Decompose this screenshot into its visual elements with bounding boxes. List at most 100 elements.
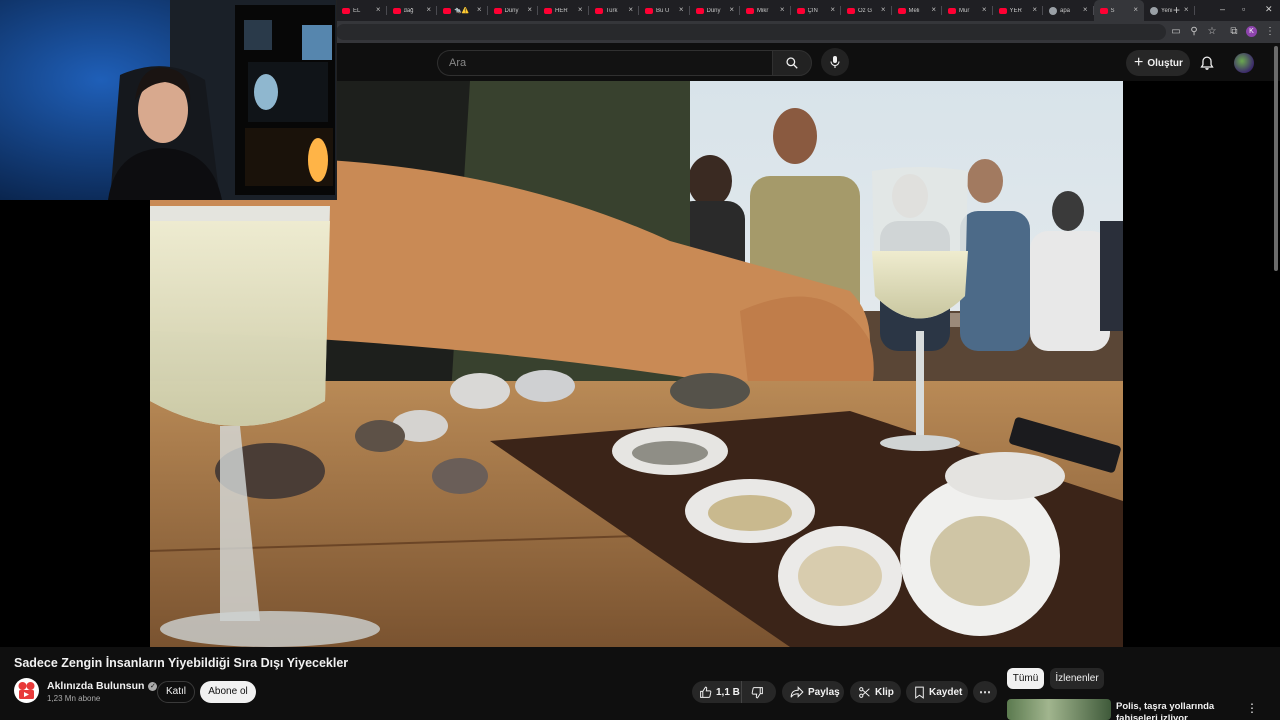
tab-title: Düny bbox=[504, 7, 519, 14]
close-window-icon[interactable]: ✕ bbox=[1265, 4, 1273, 15]
youtube-icon bbox=[796, 7, 805, 14]
close-tab-icon[interactable]: × bbox=[1133, 5, 1138, 15]
microphone-icon bbox=[830, 56, 840, 68]
browser-tab[interactable]: dağ × bbox=[387, 0, 438, 21]
browser-tab[interactable]: Düny × bbox=[488, 0, 539, 21]
share-button[interactable]: Paylaş bbox=[782, 681, 844, 703]
create-label: Oluştur bbox=[1147, 57, 1183, 69]
recommendation-more-icon[interactable]: ⋮ bbox=[1246, 701, 1258, 715]
maximize-icon[interactable]: ▫ bbox=[1242, 4, 1245, 14]
chip-all[interactable]: Tümü bbox=[1007, 668, 1044, 689]
new-tab-button[interactable]: + bbox=[1173, 3, 1180, 17]
verified-badge-icon: ✓ bbox=[148, 681, 158, 691]
browser-tab[interactable]: HER × bbox=[538, 0, 589, 21]
youtube-icon bbox=[948, 7, 956, 14]
install-app-icon[interactable]: ▭ bbox=[1170, 26, 1182, 38]
extensions-icon[interactable]: ⧉ bbox=[1228, 26, 1240, 38]
bookmark-star-icon[interactable]: ☆ bbox=[1206, 26, 1218, 38]
close-tab-icon[interactable]: × bbox=[830, 5, 835, 15]
browser-tab[interactable]: Yeni × bbox=[1144, 0, 1195, 21]
tab-title: Mikr bbox=[757, 7, 769, 14]
browser-tab[interactable]: Bu Ü × bbox=[639, 0, 690, 21]
tab-title: EL bbox=[353, 7, 361, 14]
browser-tab[interactable]: Öz G × bbox=[841, 0, 892, 21]
close-tab-icon[interactable]: × bbox=[426, 5, 431, 15]
browser-tab[interactable]: Düny × bbox=[690, 0, 741, 21]
search-button[interactable] bbox=[772, 50, 812, 76]
browser-tab[interactable]: ÇİN × bbox=[791, 0, 842, 21]
channel-avatar[interactable] bbox=[14, 678, 39, 703]
tab-title: apa bbox=[1060, 7, 1071, 14]
close-tab-icon[interactable]: × bbox=[982, 5, 987, 15]
notifications-button[interactable] bbox=[1196, 52, 1218, 74]
close-tab-icon[interactable]: × bbox=[578, 5, 583, 15]
tab-title: 🐀⚠️ bbox=[454, 8, 469, 14]
close-tab-icon[interactable]: × bbox=[1032, 5, 1037, 15]
close-tab-icon[interactable]: × bbox=[1083, 5, 1088, 15]
youtube-icon bbox=[594, 7, 603, 14]
voice-search-button[interactable] bbox=[821, 48, 849, 76]
zoom-icon[interactable]: ⚲ bbox=[1188, 26, 1200, 38]
browser-tab[interactable]: Meli × bbox=[892, 0, 943, 21]
close-tab-icon[interactable]: × bbox=[780, 5, 785, 15]
user-avatar[interactable] bbox=[1234, 53, 1254, 73]
search-icon bbox=[786, 57, 798, 69]
close-tab-icon[interactable]: × bbox=[628, 5, 633, 15]
minimize-icon[interactable]: – bbox=[1220, 4, 1225, 14]
like-button[interactable]: 1,1 B bbox=[692, 681, 742, 703]
youtube-icon bbox=[746, 7, 754, 14]
url-field[interactable] bbox=[336, 24, 1166, 40]
browser-tab[interactable]: Mikr × bbox=[740, 0, 791, 21]
channel-name[interactable]: Aklınızda Bulunsun bbox=[47, 680, 144, 692]
browser-tab[interactable]: S × bbox=[1093, 0, 1144, 21]
tab-title: Düny bbox=[706, 7, 721, 14]
like-dislike-group: 1,1 B bbox=[692, 681, 776, 703]
thumbs-down-icon bbox=[751, 686, 763, 698]
youtube-icon bbox=[493, 7, 502, 14]
recommendation-thumbnail[interactable] bbox=[1007, 699, 1111, 720]
close-tab-icon[interactable]: × bbox=[729, 5, 734, 15]
close-tab-icon[interactable]: × bbox=[931, 5, 936, 15]
page-scrollbar[interactable] bbox=[1274, 46, 1278, 271]
tab-title: ÇİN bbox=[807, 7, 818, 14]
browser-tab[interactable]: 🐀⚠️ × bbox=[437, 0, 488, 21]
save-label: Kaydet bbox=[929, 686, 963, 698]
clip-button[interactable]: Klip bbox=[850, 681, 901, 703]
close-tab-icon[interactable]: × bbox=[477, 5, 482, 15]
more-actions-button[interactable]: ⋯ bbox=[973, 681, 997, 703]
close-tab-icon[interactable]: × bbox=[881, 5, 886, 15]
browser-tab[interactable]: apa × bbox=[1043, 0, 1094, 21]
browser-menu-icon[interactable]: ⋮ bbox=[1264, 26, 1276, 38]
plus-icon: + bbox=[1134, 54, 1144, 71]
browser-tab[interactable]: Türk × bbox=[589, 0, 640, 21]
search-input[interactable]: Ara bbox=[437, 50, 772, 76]
youtube-icon bbox=[998, 7, 1007, 14]
tab-title: Türk bbox=[605, 7, 618, 14]
recommendation-title[interactable]: Polis, taşra yollarında fahişeleri izliy… bbox=[1116, 701, 1236, 720]
browser-tab[interactable]: EL × bbox=[336, 0, 387, 21]
subscribe-button[interactable]: Abone ol bbox=[200, 681, 256, 703]
browser-profile-avatar[interactable]: K bbox=[1246, 26, 1257, 37]
save-button[interactable]: Kaydet bbox=[906, 681, 968, 703]
close-tab-icon[interactable]: × bbox=[376, 5, 381, 15]
close-tab-icon[interactable]: × bbox=[527, 5, 532, 15]
subscriber-count: 1,23 Mn abone bbox=[47, 694, 101, 703]
browser-tab[interactable]: Mur × bbox=[942, 0, 993, 21]
join-button[interactable]: Katıl bbox=[157, 681, 195, 703]
youtube-icon bbox=[392, 7, 401, 14]
youtube-icon bbox=[645, 7, 653, 14]
close-tab-icon[interactable]: × bbox=[1184, 5, 1189, 15]
create-button[interactable]: + Oluştur bbox=[1126, 50, 1190, 76]
close-tab-icon[interactable]: × bbox=[679, 5, 684, 15]
youtube-icon bbox=[1099, 7, 1108, 14]
webcam-overlay bbox=[0, 0, 337, 200]
youtube-icon bbox=[443, 7, 451, 14]
tab-title: Meli bbox=[908, 7, 920, 14]
tab-title: Mur bbox=[959, 7, 970, 14]
browser-tab[interactable]: YER × bbox=[993, 0, 1044, 21]
dislike-button[interactable] bbox=[742, 681, 776, 703]
channel-name-row: Aklınızda Bulunsun ✓ bbox=[47, 680, 158, 692]
chip-watched[interactable]: İzlenenler bbox=[1050, 668, 1104, 689]
globe-icon bbox=[1049, 6, 1057, 15]
clip-label: Klip bbox=[875, 686, 894, 698]
